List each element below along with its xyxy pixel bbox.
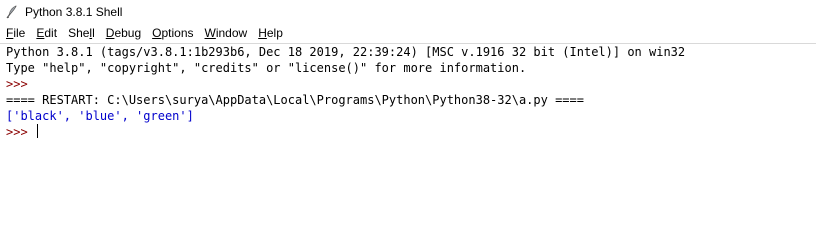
menu-shell[interactable]: Shell: [62, 23, 100, 43]
program-output: ['black', 'blue', 'green']: [6, 109, 194, 123]
shell-prompt: >>>: [6, 125, 35, 139]
menu-options[interactable]: Options: [146, 23, 198, 43]
title-bar[interactable]: Python 3.8.1 Shell: [0, 0, 816, 23]
menu-bar: File Edit Shell Debug Options Window Hel…: [0, 23, 816, 43]
active-prompt-line[interactable]: >>>: [0, 124, 816, 140]
shell-prompt: >>>: [6, 77, 35, 91]
menu-help[interactable]: Help: [252, 23, 288, 43]
menu-edit[interactable]: Edit: [30, 23, 62, 43]
banner-line-2: Type "help", "copyright", "credits" or "…: [6, 61, 527, 75]
menu-debug[interactable]: Debug: [100, 23, 146, 43]
restart-line: ==== RESTART: C:\Users\surya\AppData\Loc…: [6, 93, 584, 107]
banner-line-1: Python 3.8.1 (tags/v3.8.1:1b293b6, Dec 1…: [6, 45, 686, 59]
python-app-icon: [4, 4, 20, 20]
window-title: Python 3.8.1 Shell: [25, 4, 123, 19]
menu-file[interactable]: File: [0, 23, 30, 43]
text-cursor: [36, 124, 38, 138]
menu-window[interactable]: Window: [199, 23, 253, 43]
shell-text-area[interactable]: Python 3.8.1 (tags/v3.8.1:1b293b6, Dec 1…: [0, 44, 816, 252]
